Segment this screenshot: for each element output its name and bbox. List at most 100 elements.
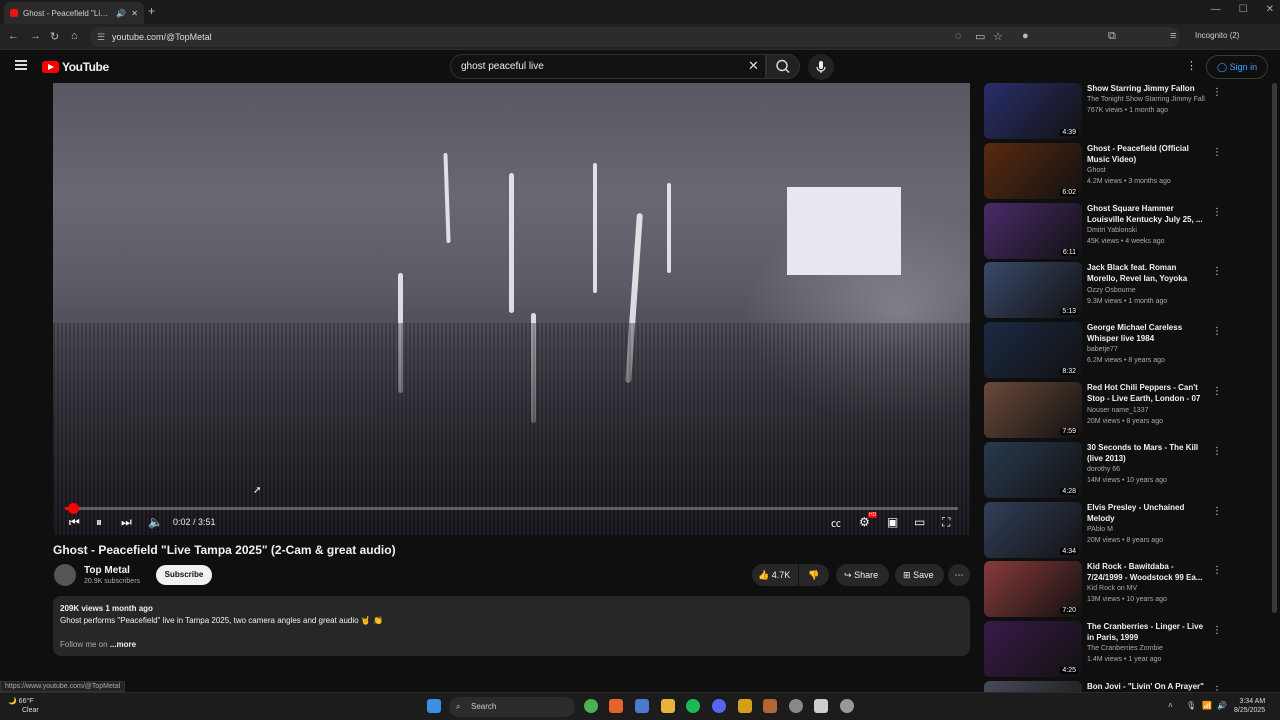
tab-close-icon[interactable]: ✕ (131, 9, 138, 18)
cast-icon[interactable]: ▭ (975, 30, 985, 43)
video-item-menu-icon[interactable]: ⋮ (1212, 685, 1222, 692)
taskbar-search[interactable]: ⌕ Search (449, 697, 575, 717)
video-item-channel[interactable]: Ozzy Osbourne (1087, 285, 1205, 296)
sidebar-video-item[interactable]: 6:02 Ghost - Peacefield (Official Music V… (984, 142, 1224, 201)
tray-chevron-icon[interactable]: ˄ (1168, 701, 1173, 710)
minimize-icon[interactable]: — (1211, 4, 1221, 15)
video-item-title[interactable]: The Cranberries - Linger - Live in Paris… (1087, 621, 1205, 643)
more-options-icon[interactable]: ⋮ (1186, 59, 1197, 72)
notepad-icon[interactable] (814, 699, 828, 713)
sidebar-video-item[interactable]: Bon Jovi - "Livin' On A Prayer" | 2018 I… (984, 681, 1224, 692)
clear-search-icon[interactable]: ✕ (748, 58, 759, 74)
volume-icon[interactable]: 🔈 (148, 515, 163, 529)
sign-in-button[interactable]: ◯ Sign in (1206, 55, 1269, 79)
chrome-icon[interactable] (584, 699, 598, 713)
app-icon[interactable] (789, 699, 803, 713)
video-thumbnail[interactable]: 4:39 (984, 83, 1082, 139)
video-thumbnail[interactable]: 7:59 (984, 382, 1082, 438)
close-window-icon[interactable]: ✕ (1266, 4, 1274, 15)
video-thumbnail[interactable]: 7:20 (984, 561, 1082, 618)
video-item-title[interactable]: Ghost - Peacefield (Official Music Video… (1087, 143, 1205, 165)
video-thumbnail[interactable]: 5:13 (984, 262, 1082, 319)
video-item-menu-icon[interactable]: ⋮ (1212, 147, 1222, 158)
windows-start-icon[interactable] (427, 699, 441, 713)
next-icon[interactable]: ⏭ (121, 515, 132, 530)
sidebar-video-item[interactable]: 6:11 Ghost Square Hammer Louisville Kentu… (984, 202, 1224, 261)
video-item-channel[interactable]: Dmitri Yablonski (1087, 225, 1205, 236)
weather-widget[interactable]: 🌙 66°F Clear (8, 697, 39, 715)
video-thumbnail[interactable] (984, 681, 1082, 692)
video-thumbnail[interactable]: 6:11 (984, 202, 1082, 259)
video-thumbnail[interactable]: 4:25 (984, 621, 1082, 678)
sidebar-video-item[interactable]: 8:32 George Michael Careless Whisper live… (984, 322, 1224, 380)
channel-avatar[interactable] (54, 564, 76, 586)
app-icon[interactable] (840, 699, 854, 713)
fullscreen-icon[interactable]: ⛶ (942, 515, 950, 530)
progress-bar[interactable] (65, 503, 958, 514)
sidebar-video-item[interactable]: 4:34 Elvis Presley - Unchained Melody PAbl… (984, 501, 1224, 560)
video-thumbnail[interactable]: 6:02 (984, 142, 1082, 199)
speaker-icon[interactable]: 🔊 (1217, 701, 1227, 710)
previous-icon[interactable]: ⏮ (69, 515, 80, 530)
share-button[interactable]: ↪ Share (836, 564, 889, 586)
video-thumbnail[interactable]: 4:28 (984, 441, 1082, 498)
shield-app-icon[interactable] (738, 699, 752, 713)
video-item-title[interactable]: George Michael Careless Whisper live 198… (1087, 322, 1205, 344)
video-item-title[interactable]: Kid Rock - Bawitdaba - 7/24/1999 - Woods… (1087, 561, 1205, 583)
extensions-puzzle-icon[interactable]: ⧉ (1108, 30, 1116, 43)
video-item-menu-icon[interactable]: ⋮ (1212, 266, 1222, 277)
pause-icon[interactable]: ⏸ (96, 515, 102, 530)
url-field[interactable]: ☰ youtube.com/@TopMetal (90, 27, 1180, 47)
site-info-icon[interactable]: ☰ (97, 27, 105, 47)
forward-icon[interactable]: → (30, 30, 41, 42)
back-icon[interactable]: ← (8, 30, 19, 42)
reload-icon[interactable]: ↻ (50, 30, 59, 43)
video-item-menu-icon[interactable]: ⋮ (1212, 87, 1222, 98)
search-input[interactable]: ghost peaceful live (450, 54, 766, 79)
sidebar-video-item[interactable]: 4:25 The Cranberries - Linger - Live in P… (984, 621, 1224, 679)
description-box[interactable]: 209K views 1 month ago Ghost performs "P… (53, 596, 970, 656)
mic-tray-icon[interactable]: 🎙 (1186, 701, 1196, 710)
like-button[interactable]: 👍 4.7K (752, 564, 798, 586)
video-item-channel[interactable]: Nouser name_1337 (1087, 405, 1205, 416)
sidebar-video-item[interactable]: 4:39 Show Starring Jimmy Fallon The Tonigh… (984, 83, 1224, 141)
search-button[interactable] (766, 54, 800, 79)
dislike-button[interactable]: 👎 (799, 564, 829, 586)
system-clock[interactable]: 3:34 AM 8/25/2025 (1234, 697, 1265, 715)
miniplayer-icon[interactable]: ▣ (887, 515, 898, 529)
video-item-title[interactable]: 30 Seconds to Mars - The Kill (live 2013… (1087, 442, 1205, 464)
theater-mode-icon[interactable]: ▭ (914, 515, 925, 529)
video-item-title[interactable]: Show Starring Jimmy Fallon (1087, 83, 1205, 94)
bookmark-star-icon[interactable]: ☆ (993, 30, 1003, 43)
video-item-menu-icon[interactable]: ⋮ (1212, 625, 1222, 636)
captions-icon[interactable]: ㏄ (831, 515, 841, 530)
video-item-channel[interactable]: The Tonight Show Starring Jimmy Fallon (1087, 94, 1205, 105)
video-item-title[interactable]: Elvis Presley - Unchained Melody (1087, 502, 1205, 524)
video-item-menu-icon[interactable]: ⋮ (1212, 326, 1222, 337)
sidebar-video-item[interactable]: 5:13 Jack Black feat. Roman Morello, Reve… (984, 262, 1224, 320)
incognito-profile[interactable]: Incognito (2) (1195, 31, 1239, 40)
task-view-icon[interactable] (635, 699, 649, 713)
video-item-menu-icon[interactable]: ⋮ (1212, 506, 1222, 517)
video-item-menu-icon[interactable]: ⋮ (1212, 386, 1222, 397)
video-item-channel[interactable]: Ghost (1087, 165, 1205, 176)
video-item-channel[interactable]: dorothy 66 (1087, 464, 1205, 475)
home-icon[interactable]: ⌂ (71, 30, 78, 42)
sidebar-video-item[interactable]: 7:20 Kid Rock - Bawitdaba - 7/24/1999 - W… (984, 561, 1224, 619)
sidebar-video-item[interactable]: 4:28 30 Seconds to Mars - The Kill (live … (984, 441, 1224, 500)
discord-icon[interactable] (712, 699, 726, 713)
menu-icon[interactable] (15, 60, 27, 70)
show-more-link[interactable]: ...more (110, 640, 136, 649)
maximize-icon[interactable]: ☐ (1239, 4, 1248, 15)
youtube-logo[interactable]: YouTube (42, 60, 109, 74)
extension-icon[interactable]: ● (1022, 30, 1029, 42)
more-actions-button[interactable]: ⋯ (948, 564, 970, 586)
tab-audio-icon[interactable]: 🔊 (116, 9, 126, 18)
video-item-title[interactable]: Ghost Square Hammer Louisville Kentucky … (1087, 203, 1205, 225)
page-scrollbar[interactable] (1272, 83, 1277, 613)
sidebar-video-item[interactable]: 7:59 Red Hot Chili Peppers - Can't Stop -… (984, 382, 1224, 440)
video-item-channel[interactable]: PAblo M (1087, 524, 1205, 535)
video-item-menu-icon[interactable]: ⋮ (1212, 565, 1222, 576)
vlc-icon[interactable] (763, 699, 777, 713)
tab-search-icon[interactable]: ≡ (1170, 30, 1176, 42)
